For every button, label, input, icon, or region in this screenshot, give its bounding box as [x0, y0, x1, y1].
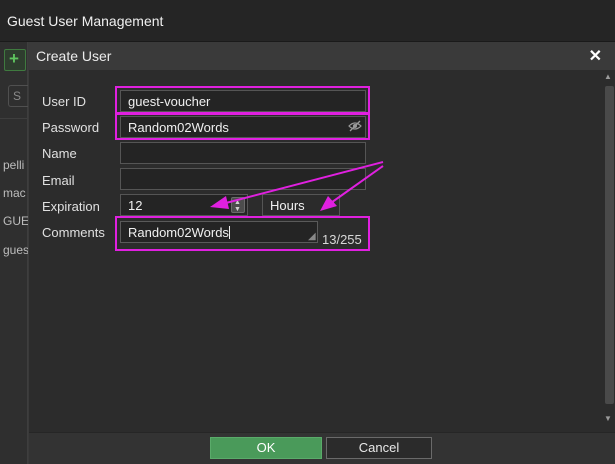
list-item[interactable]: GUE [3, 214, 28, 228]
email-label: Email [42, 173, 75, 188]
app-window: Guest User Management + S pelli mac GUE … [0, 0, 615, 464]
search-input[interactable]: S [8, 85, 28, 107]
scrollbar-thumb[interactable] [605, 86, 614, 404]
chevron-up-icon[interactable]: ▲ [234, 199, 241, 206]
user-id-label: User ID [42, 94, 87, 109]
list-item[interactable]: mac [3, 186, 28, 200]
expiration-unit-select[interactable]: Hours [262, 194, 340, 216]
dialog-header: Create User ✕ [29, 42, 615, 70]
close-icon[interactable]: ✕ [589, 46, 602, 66]
window-titlebar: Guest User Management [0, 0, 615, 42]
chevron-down-icon [326, 202, 334, 207]
scroll-up-icon[interactable]: ▲ [604, 72, 613, 82]
name-field[interactable] [120, 142, 366, 164]
cancel-button[interactable]: Cancel [326, 437, 432, 459]
highlight-box [115, 216, 370, 251]
plus-icon: + [9, 49, 19, 68]
expiration-unit-value: Hours [270, 198, 305, 213]
chevron-down-icon[interactable]: ▼ [234, 206, 241, 213]
highlight-box [115, 86, 370, 114]
scroll-down-icon[interactable]: ▼ [604, 414, 613, 424]
expiration-stepper[interactable]: ▲ ▼ [231, 197, 245, 213]
expiration-label: Expiration [42, 199, 100, 214]
window-title: Guest User Management [7, 13, 164, 29]
search-placeholder: S [13, 89, 22, 103]
ok-button[interactable]: OK [210, 437, 322, 459]
list-item[interactable]: gues [3, 243, 28, 257]
email-field[interactable] [120, 168, 366, 190]
comments-label: Comments [42, 225, 105, 240]
password-label: Password [42, 120, 100, 135]
dialog-title: Create User [36, 48, 112, 64]
add-user-button[interactable]: + [4, 49, 26, 71]
highlight-box [115, 113, 370, 140]
name-label: Name [42, 146, 77, 161]
list-item[interactable]: pelli [3, 158, 28, 172]
expiration-field[interactable]: 12 [120, 194, 248, 216]
divider [0, 118, 28, 119]
dialog-footer: OK Cancel [29, 432, 615, 464]
